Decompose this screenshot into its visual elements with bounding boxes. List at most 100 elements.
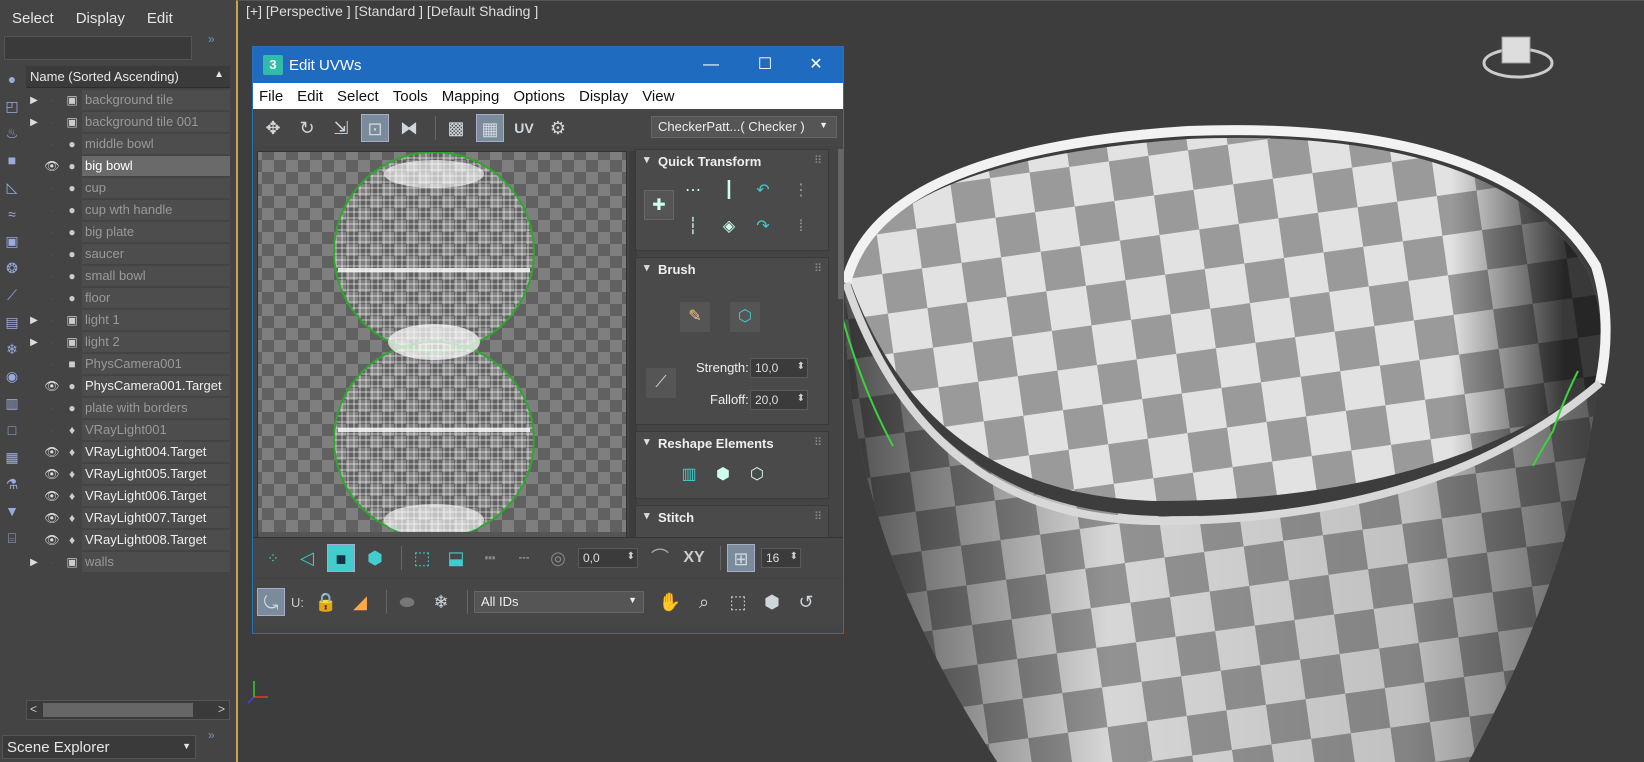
expand-panel-icon[interactable]: » — [208, 32, 215, 46]
grid-size-spinner[interactable]: 16 — [761, 547, 801, 568]
scene-object-row[interactable]: ▶ · ▣ walls — [26, 551, 230, 573]
visibility-eye-icon[interactable]: · — [42, 93, 62, 107]
visibility-eye-icon[interactable]: 👁 — [42, 445, 62, 459]
layer-icon[interactable]: ⌸ — [2, 528, 22, 548]
menu-display[interactable]: Display — [76, 10, 125, 27]
visibility-eye-icon[interactable]: 👁 — [42, 511, 62, 525]
brush-falloff-icon[interactable]: ⟋ — [646, 368, 676, 398]
display-shapes-icon[interactable]: ◰ — [2, 96, 22, 116]
visibility-eye-icon[interactable]: 👁 — [42, 467, 62, 481]
scene-explorer-dropdown[interactable]: Scene Explorer ▼ — [2, 735, 196, 759]
visibility-eye-icon[interactable]: 👁 — [42, 379, 62, 393]
scene-object-row[interactable]: 👁 ♦ VRayLight008.Target — [26, 529, 230, 551]
unfold-icon[interactable]: ⬡ — [742, 460, 772, 490]
display-cameras-icon[interactable]: ■ — [2, 150, 22, 170]
freeform-mode-icon[interactable]: ⊡ — [361, 114, 389, 142]
align-horizontal-icon[interactable]: ⋯ — [678, 176, 708, 206]
scene-object-row[interactable]: · ● middle bowl — [26, 133, 230, 155]
uvw-menu-file[interactable]: File — [259, 88, 283, 105]
filter-icon[interactable]: ▼ — [2, 501, 22, 521]
visibility-eye-icon[interactable]: · — [42, 203, 62, 217]
visibility-eye-icon[interactable]: · — [42, 247, 62, 261]
scene-object-row[interactable]: · ● big plate — [26, 221, 230, 243]
relax-brush-icon[interactable]: ⬡ — [730, 302, 760, 332]
checker-display-icon[interactable]: ▦ — [476, 114, 504, 142]
rotate-ccw-icon[interactable]: ↶ — [748, 176, 778, 206]
align-vertical-icon[interactable]: ⋮ — [786, 176, 816, 206]
straighten-icon[interactable]: ▥ — [674, 460, 704, 490]
display-xrefs-icon[interactable]: ❂ — [2, 258, 22, 278]
uvw-menu-tools[interactable]: Tools — [393, 88, 428, 105]
viewcube-home-icon[interactable] — [1480, 5, 1490, 15]
paint-move-brush-icon[interactable]: ✎ — [680, 302, 710, 332]
ring-select-icon[interactable]: ┄ — [510, 544, 538, 572]
visibility-eye-icon[interactable]: · — [42, 313, 62, 327]
space-vertical-icon[interactable]: ┆ — [678, 212, 708, 242]
stitch-header[interactable]: Stitch — [636, 506, 828, 528]
shrink-selection-icon[interactable]: ⬓ — [442, 544, 470, 572]
expand-arrow-icon[interactable]: ▶ — [26, 337, 42, 348]
scale-icon[interactable]: ⇲ — [327, 114, 355, 142]
scroll-left-icon[interactable]: < — [30, 702, 37, 716]
visibility-eye-icon[interactable]: · — [42, 423, 62, 437]
panel-scrollbar[interactable] — [838, 149, 843, 299]
soft-select-spinner[interactable]: 0,0 — [578, 547, 638, 568]
scene-object-row[interactable]: ▶ · ▣ background tile 001 — [26, 111, 230, 133]
display-lights-icon[interactable]: ♨ — [2, 123, 22, 143]
visibility-eye-icon[interactable]: · — [42, 137, 62, 151]
vertex-mode-icon[interactable]: ⁘ — [259, 544, 287, 572]
display-groups-icon[interactable]: ▣ — [2, 231, 22, 251]
rotate-icon[interactable]: ↻ — [293, 114, 321, 142]
display-frozen-icon[interactable]: ❄ — [2, 339, 22, 359]
distribute-icon[interactable]: ⁞ — [786, 212, 816, 242]
space-horizontal-icon[interactable]: ┃ — [714, 176, 744, 206]
falloff-curve-icon[interactable]: ⌒ — [646, 544, 674, 572]
scene-object-row[interactable]: · ♦ VRayLight001 — [26, 419, 230, 441]
polygon-mode-icon[interactable]: ■ — [327, 543, 355, 572]
display-bones-icon[interactable]: ⟋ — [2, 285, 22, 305]
scene-object-row[interactable]: 👁 ● big bowl — [26, 155, 230, 177]
visibility-eye-icon[interactable]: · — [42, 357, 62, 371]
scene-object-row[interactable]: ▶ · ▣ light 1 — [26, 309, 230, 331]
hide-show-icon[interactable]: ◢ — [346, 588, 374, 616]
falloff-spinner[interactable]: 20,0 — [750, 390, 808, 410]
edge-mode-icon[interactable]: ◁ — [293, 544, 321, 572]
material-id-dropdown[interactable]: All IDs ▼ — [474, 591, 644, 613]
minimize-icon[interactable]: — — [696, 53, 726, 77]
scene-object-row[interactable]: ▶ · ▣ light 2 — [26, 331, 230, 353]
display-none-icon[interactable]: □ — [2, 420, 22, 440]
zoom-icon[interactable]: ⌕ — [690, 588, 718, 616]
visibility-eye-icon[interactable]: · — [42, 291, 62, 305]
uvw-menu-view[interactable]: View — [642, 88, 674, 105]
scene-object-row[interactable]: 👁 ♦ VRayLight007.Target — [26, 507, 230, 529]
display-all-icon[interactable]: ▥ — [2, 393, 22, 413]
edit-uvws-titlebar[interactable]: 3 Edit UVWs — ☐ ✕ — [253, 47, 843, 83]
scene-object-row[interactable]: · ● plate with borders — [26, 397, 230, 419]
brush-header[interactable]: Brush — [636, 258, 828, 280]
lock-selection-icon[interactable]: 🔒 — [312, 588, 340, 616]
uvw-menu-display[interactable]: Display — [579, 88, 628, 105]
display-spacewarps-icon[interactable]: ≈ — [2, 204, 22, 224]
maximize-icon[interactable]: ☐ — [750, 53, 780, 77]
expand-arrow-icon[interactable]: ▶ — [26, 315, 42, 326]
uvw-menu-edit[interactable]: Edit — [297, 88, 323, 105]
visibility-eye-icon[interactable]: 👁 — [42, 489, 62, 503]
scene-object-row[interactable]: 👁 ● PhysCamera001.Target — [26, 375, 230, 397]
menu-edit[interactable]: Edit — [147, 10, 173, 27]
zoom-extents-icon[interactable]: ⬢ — [758, 588, 786, 616]
close-icon[interactable]: ✕ — [801, 53, 831, 77]
visibility-eye-icon[interactable]: · — [42, 225, 62, 239]
visibility-eye-icon[interactable]: 👁 — [42, 159, 62, 173]
transform-pivot-icon[interactable]: ✚ — [644, 190, 674, 220]
zoom-region-icon[interactable]: ⬚ — [724, 588, 752, 616]
filter-settings-icon[interactable]: ⚗ — [2, 474, 22, 494]
element-mode-icon[interactable]: ⬢ — [361, 544, 389, 572]
rollout-grip-icon[interactable]: ⠿ — [814, 510, 822, 523]
show-map-icon[interactable]: ▩ — [442, 114, 470, 142]
rotate-cw-icon[interactable]: ↷ — [748, 212, 778, 242]
freeze-icon[interactable]: ❄ — [427, 588, 455, 616]
display-invert-icon[interactable]: ▦ — [2, 447, 22, 467]
expand-arrow-icon[interactable]: ▶ — [26, 117, 42, 128]
align-grid-icon[interactable]: ◈ — [714, 212, 744, 242]
scene-object-row[interactable]: 👁 ♦ VRayLight004.Target — [26, 441, 230, 463]
